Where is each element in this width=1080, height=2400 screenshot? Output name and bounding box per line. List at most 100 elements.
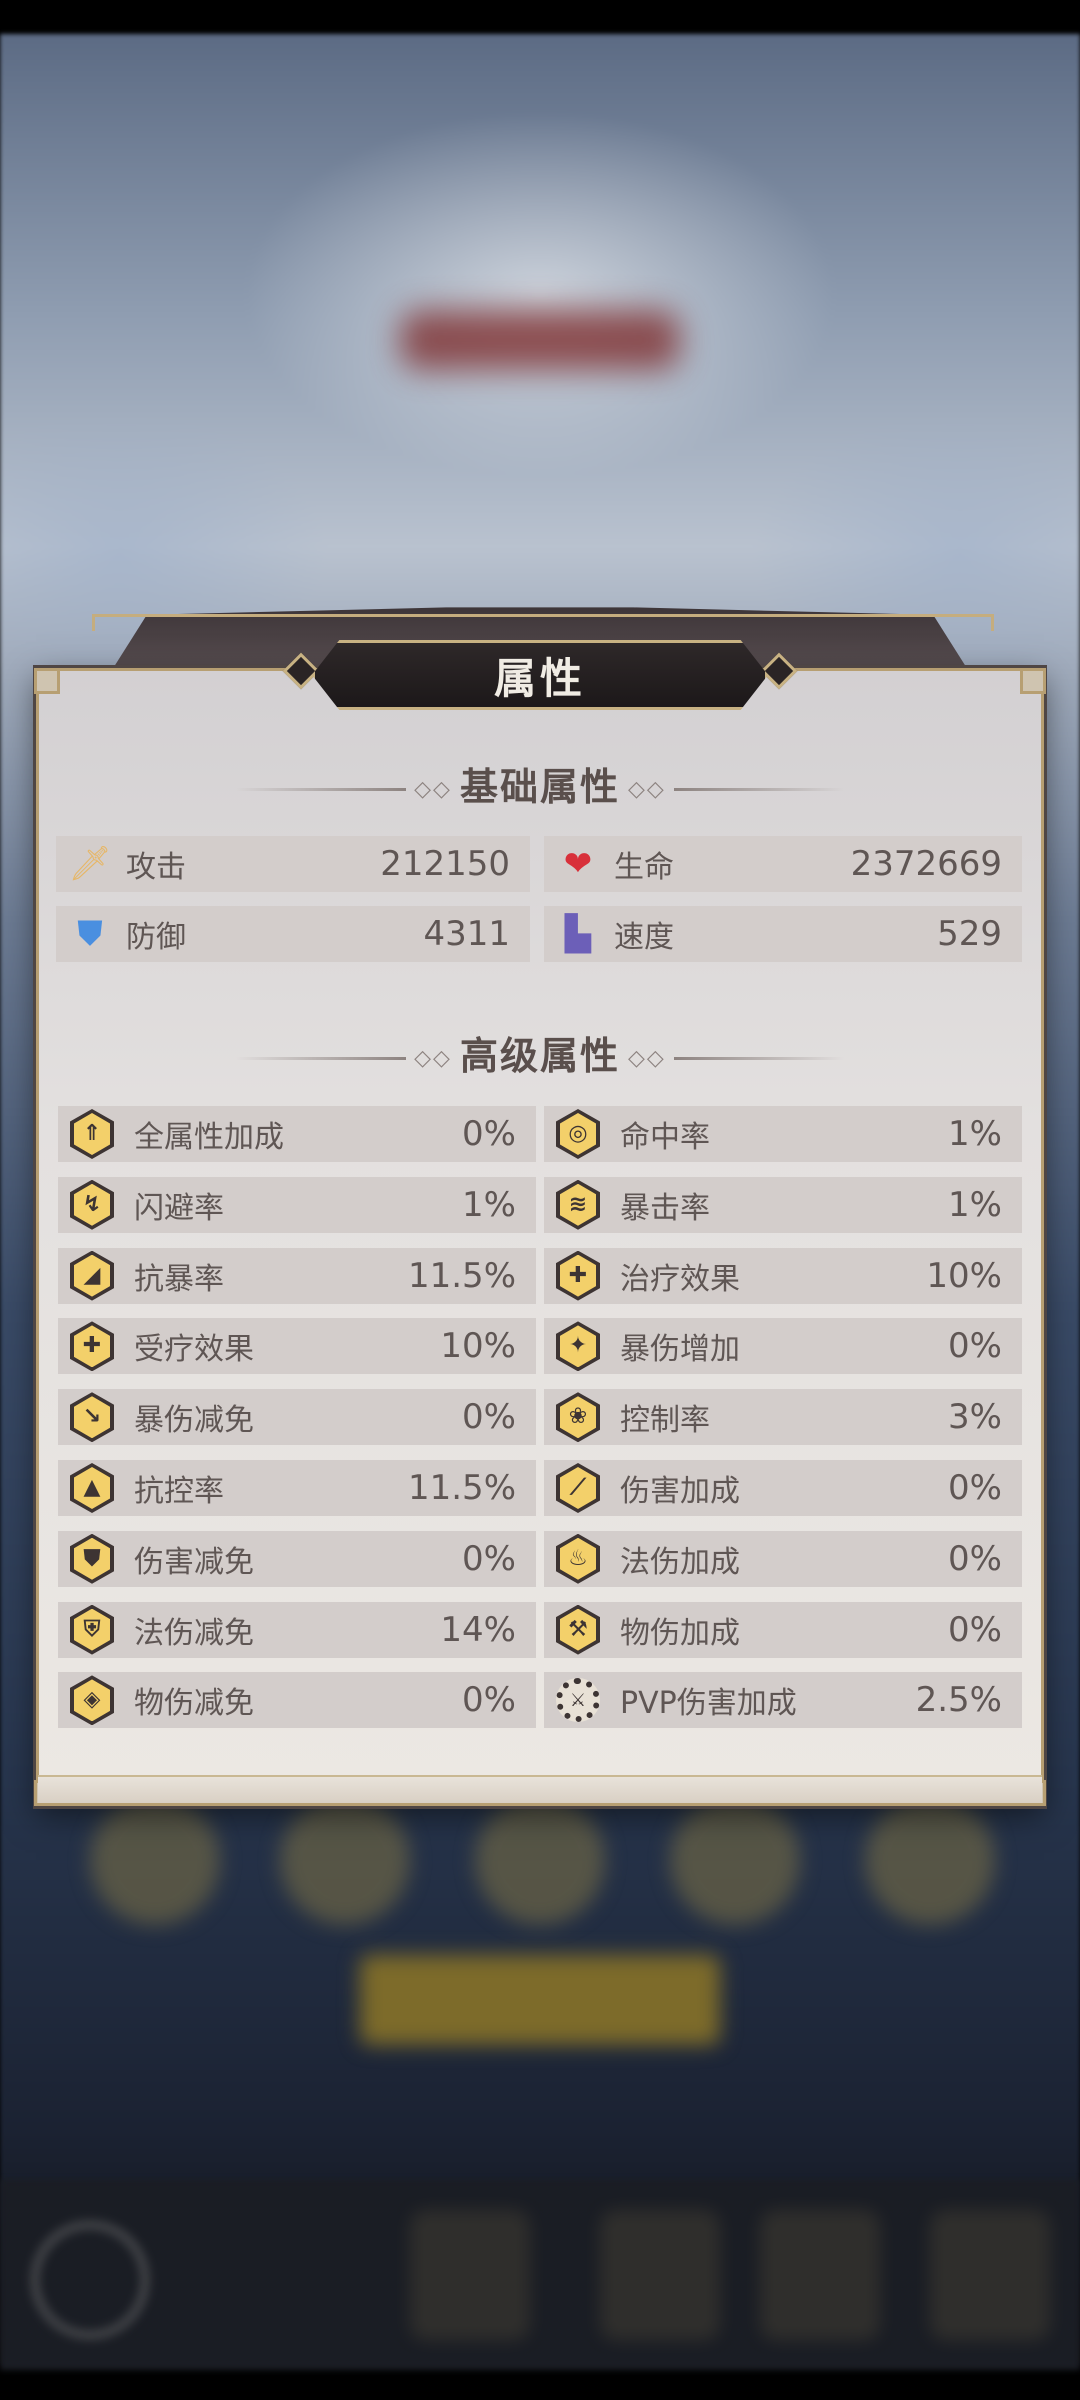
- stat-row: ↯ 闪避率 1%: [58, 1176, 536, 1233]
- blurred-slot: [90, 1795, 220, 1925]
- stat-label: 法伤加成: [620, 1544, 740, 1580]
- settings-icon: [30, 2220, 150, 2340]
- stat-label: 生命: [614, 850, 674, 885]
- stat-label: 治疗效果: [620, 1261, 740, 1297]
- stat-value: 0%: [462, 1397, 516, 1438]
- panel-header-trim: [92, 614, 994, 631]
- stat-row: ⚒ 物伤加成 0%: [544, 1601, 1022, 1658]
- sword-icon: 🗡: [68, 844, 112, 884]
- blurred-slot: [865, 1795, 995, 1925]
- control-icon: ❀: [556, 1392, 600, 1443]
- stat-label: 伤害减免: [134, 1544, 254, 1580]
- stat-value: 3%: [948, 1397, 1002, 1438]
- magic-shield-icon: ⛨: [70, 1604, 114, 1655]
- panel-title-plate: 属性: [312, 640, 768, 710]
- corner-ornament: [1020, 668, 1046, 694]
- nav-slot: [760, 2210, 880, 2340]
- stat-value: 2372669: [850, 844, 1002, 884]
- stat-label: 抗暴率: [134, 1261, 224, 1297]
- stat-row: ❤ 生命 2372669: [544, 836, 1022, 892]
- stat-row: ⚔ PVP伤害加成 2.5%: [544, 1672, 1022, 1729]
- stat-row: ⛊ 防御 4311: [56, 906, 530, 962]
- hammer-icon: ⚒: [556, 1604, 600, 1655]
- bottom-nav-bar: [0, 2180, 1080, 2370]
- stat-row: ◢ 抗暴率 11.5%: [58, 1247, 536, 1304]
- basic-section-title: 基础属性: [459, 765, 620, 809]
- stat-label: 速度: [614, 920, 674, 955]
- stat-row: ⟋ 伤害加成 0%: [544, 1460, 1022, 1516]
- heal-received-icon: ✚: [70, 1321, 114, 1372]
- stat-label: 全属性加成: [134, 1120, 284, 1155]
- stat-label: 暴伤减免: [134, 1403, 254, 1439]
- stat-value: 212150: [380, 844, 510, 884]
- damage-reduction-icon: ⛊: [70, 1533, 114, 1584]
- blurred-slot: [475, 1795, 605, 1925]
- basic-section-header: ◇◇ 基础属性 ◇◇: [0, 756, 1080, 811]
- crit-resist-icon: ◢: [70, 1250, 114, 1301]
- stat-label: PVP伤害加成: [620, 1686, 797, 1722]
- stat-row: ❀ 控制率 3%: [544, 1389, 1022, 1446]
- stat-row: ⛊ 伤害减免 0%: [58, 1530, 536, 1587]
- stat-value: 0%: [462, 1114, 516, 1154]
- nav-slot: [410, 2210, 530, 2340]
- all-attributes-icon: ⇑: [70, 1109, 114, 1159]
- stat-row: ⛨ 法伤减免 14%: [58, 1601, 536, 1658]
- stat-row: ▙ 速度 529: [544, 906, 1022, 962]
- dodge-icon: ↯: [70, 1179, 114, 1230]
- stat-value: 0%: [948, 1326, 1002, 1367]
- crit-damage-icon: ✦: [556, 1321, 600, 1372]
- stat-value: 2.5%: [915, 1680, 1002, 1721]
- panel-title: 属性: [493, 653, 586, 703]
- stat-value: 10%: [440, 1326, 516, 1367]
- advanced-section-title: 高级属性: [459, 1034, 620, 1078]
- target-icon: ◎: [556, 1109, 600, 1159]
- stat-label: 闪避率: [134, 1190, 224, 1226]
- heart-icon: ❤: [563, 844, 593, 884]
- blurred-button: [360, 1955, 720, 2045]
- stat-value: 0%: [948, 1538, 1002, 1579]
- stat-row: ✦ 暴伤增加 0%: [544, 1318, 1022, 1375]
- stat-value: 0%: [948, 1609, 1002, 1650]
- stat-label: 防御: [126, 920, 186, 955]
- stat-label: 受疗效果: [134, 1332, 254, 1368]
- stat-row: ✚ 受疗效果 10%: [58, 1318, 536, 1375]
- stat-value: 1%: [948, 1114, 1002, 1154]
- stat-value: 11.5%: [407, 1255, 516, 1296]
- stat-label: 物伤减免: [134, 1686, 254, 1722]
- stat-value: 0%: [948, 1468, 1002, 1508]
- control-resist-icon: ▲: [70, 1463, 114, 1513]
- claw-icon: ≋: [556, 1179, 600, 1230]
- stat-label: 攻击: [126, 850, 186, 885]
- corner-ornament: [34, 668, 60, 694]
- stat-value: 11.5%: [407, 1468, 516, 1508]
- stat-row: ↘ 暴伤减免 0%: [58, 1389, 536, 1446]
- boot-icon: ▙: [564, 914, 592, 954]
- flame-icon: ♨: [556, 1533, 600, 1584]
- physical-shield-icon: ◈: [70, 1675, 114, 1726]
- stat-row: ▲ 抗控率 11.5%: [58, 1460, 536, 1516]
- pvp-gear-icon: ⚔: [556, 1678, 600, 1723]
- stat-value: 0%: [462, 1680, 516, 1721]
- stat-row: ◎ 命中率 1%: [544, 1106, 1022, 1162]
- stat-label: 暴击率: [620, 1190, 710, 1226]
- blurred-slot: [670, 1795, 800, 1925]
- stat-value: 1%: [948, 1184, 1002, 1225]
- cross-icon: ✚: [556, 1250, 600, 1301]
- shield-icon: ⛊: [77, 914, 103, 954]
- stat-label: 抗控率: [134, 1474, 224, 1509]
- stat-value: 4311: [423, 914, 510, 954]
- crit-damage-reduction-icon: ↘: [70, 1392, 114, 1443]
- stat-row: 🗡 攻击 212150: [56, 836, 530, 892]
- stat-row: ✚ 治疗效果 10%: [544, 1247, 1022, 1304]
- nav-slot: [930, 2210, 1050, 2340]
- stat-value: 10%: [926, 1255, 1002, 1296]
- panel-bottom-trim: [38, 1775, 1042, 1803]
- stat-label: 控制率: [620, 1403, 710, 1439]
- damage-bonus-icon: ⟋: [556, 1463, 600, 1513]
- blurred-banner: [400, 310, 680, 370]
- stat-row: ≋ 暴击率 1%: [544, 1176, 1022, 1233]
- stat-label: 命中率: [620, 1120, 710, 1155]
- stat-value: 14%: [440, 1609, 516, 1650]
- blurred-slot: [280, 1795, 410, 1925]
- stat-value: 1%: [462, 1184, 516, 1225]
